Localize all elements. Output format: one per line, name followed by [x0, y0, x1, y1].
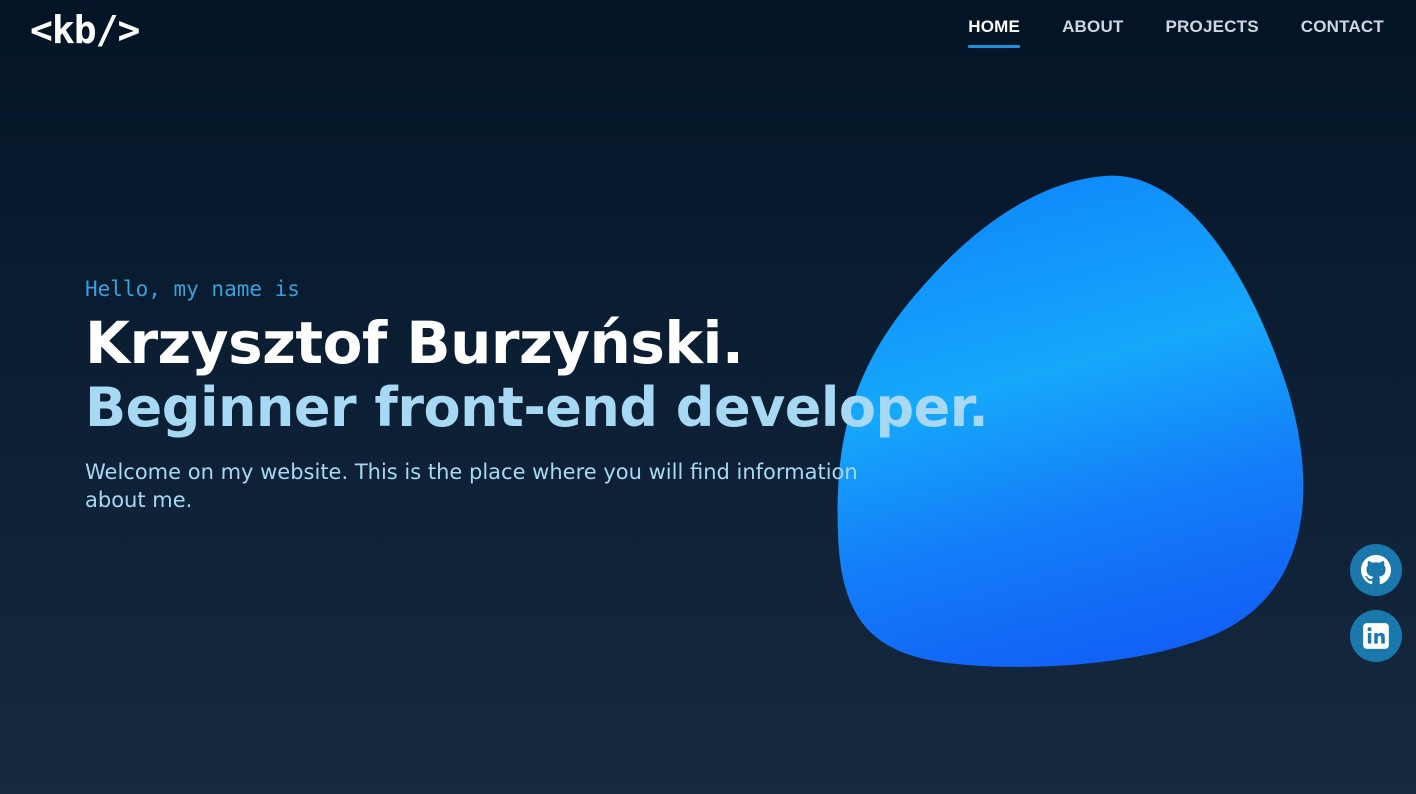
linkedin-icon — [1363, 623, 1389, 649]
hero-intro: Welcome on my website. This is the place… — [85, 460, 858, 512]
hero-name: Krzysztof Burzyński. — [85, 309, 744, 377]
linkedin-button[interactable] — [1350, 610, 1402, 662]
nav-home[interactable]: HOME — [968, 16, 1020, 48]
nav-contact[interactable]: CONTACT — [1301, 16, 1384, 48]
github-button[interactable] — [1350, 544, 1402, 596]
site-logo[interactable]: <kb/> — [30, 8, 140, 52]
nav-about[interactable]: ABOUT — [1062, 16, 1123, 48]
greeting-text: Hello, my name is — [85, 277, 300, 301]
main-nav: HOME ABOUT PROJECTS CONTACT — [968, 16, 1384, 48]
social-links — [1350, 544, 1402, 662]
nav-projects[interactable]: PROJECTS — [1166, 16, 1259, 48]
github-icon — [1361, 555, 1391, 585]
hero-section: Hello, my name is Krzysztof Burzyński. B… — [85, 274, 989, 514]
hero-role: Beginner front-end developer. — [85, 376, 989, 439]
